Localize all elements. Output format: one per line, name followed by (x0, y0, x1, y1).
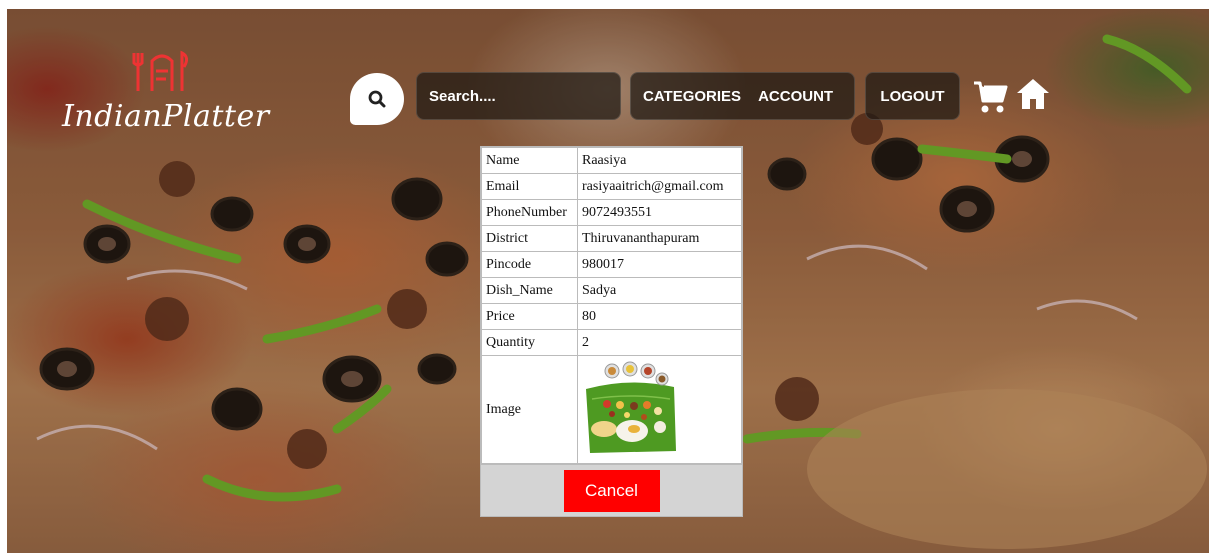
table-row: Quantity 2 (481, 329, 742, 356)
row-label: District (481, 225, 578, 252)
nav-account[interactable]: ACCOUNT (758, 88, 833, 105)
table-row: Price 80 (481, 303, 742, 330)
dish-image (582, 359, 678, 455)
panel-footer: Cancel (481, 464, 742, 516)
order-detail-panel: Name Raasiya Email rasiyaaitrich@gmail.c… (480, 146, 743, 517)
search-icon (368, 90, 386, 108)
search-input[interactable] (416, 72, 621, 120)
row-label: Email (481, 173, 578, 200)
logo-icon (132, 50, 189, 91)
home-icon[interactable] (1015, 76, 1051, 112)
logout-label: LOGOUT (880, 87, 945, 105)
table-row: Image (481, 355, 742, 464)
nav-categories[interactable]: CATEGORIES (643, 88, 741, 105)
row-label: Pincode (481, 251, 578, 278)
row-value: 980017 (577, 251, 742, 278)
table-row: District Thiruvananthapuram (481, 225, 742, 252)
search-button[interactable] (350, 73, 404, 125)
row-value: Thiruvananthapuram (577, 225, 742, 252)
brand-name: IndianPlatter (62, 99, 270, 134)
table-row: Pincode 980017 (481, 251, 742, 278)
row-label: PhoneNumber (481, 199, 578, 226)
cancel-button[interactable]: Cancel (563, 469, 660, 512)
cart-icon[interactable] (972, 79, 1008, 117)
dish-image-cell (577, 355, 742, 464)
logout-button[interactable]: LOGOUT (865, 72, 960, 120)
table-row: Dish_Name Sadya (481, 277, 742, 304)
row-label: Name (481, 147, 578, 174)
row-value: 2 (577, 329, 742, 356)
row-label: Price (481, 303, 578, 330)
nav-group: CATEGORIES ACCOUNT (630, 72, 855, 120)
brand-logo[interactable]: IndianPlatter (62, 47, 272, 137)
table-row: Name Raasiya (481, 147, 742, 174)
table-row: Email rasiyaaitrich@gmail.com (481, 173, 742, 200)
row-label: Image (481, 355, 578, 464)
row-label: Dish_Name (481, 277, 578, 304)
row-label: Quantity (481, 329, 578, 356)
table-row: PhoneNumber 9072493551 (481, 199, 742, 226)
page-frame: IndianPlatter CATEGORIES ACCOUNT LOGOUT … (7, 9, 1209, 553)
row-value: Raasiya (577, 147, 742, 174)
row-value: 9072493551 (577, 199, 742, 226)
row-value: rasiyaaitrich@gmail.com (577, 173, 742, 200)
order-detail-table: Name Raasiya Email rasiyaaitrich@gmail.c… (481, 147, 742, 464)
row-value: Sadya (577, 277, 742, 304)
row-value: 80 (577, 303, 742, 330)
